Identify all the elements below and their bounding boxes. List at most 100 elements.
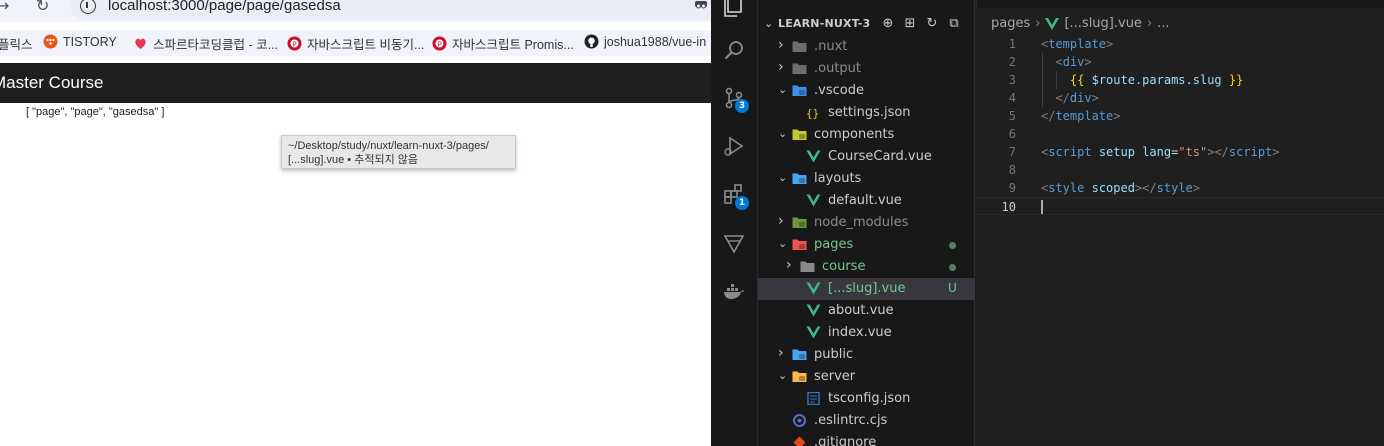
- chevron-down-icon[interactable]: ⌄: [778, 171, 787, 184]
- tree-folder[interactable]: ⌄ server: [758, 366, 975, 388]
- tree-folder[interactable]: ⌄ layouts: [758, 168, 975, 190]
- activity-bar: 3 1: [711, 0, 758, 446]
- vscode-folder-icon: [792, 85, 807, 96]
- tree-file[interactable]: about.vue: [758, 300, 975, 322]
- code-line[interactable]: 3 {{ $route.params.slug }}: [976, 71, 1384, 89]
- code-line[interactable]: 9 <style scoped></style>: [976, 179, 1384, 197]
- tree-folder[interactable]: › .output: [758, 58, 975, 80]
- bookmark-item[interactable]: 플릭스: [0, 34, 33, 53]
- breadcrumb-file[interactable]: [...slug].vue: [1064, 16, 1141, 31]
- line-number: 6: [1008, 127, 1016, 141]
- vue-icon: [806, 150, 821, 163]
- tree-file[interactable]: [...slug].vue U: [758, 278, 975, 300]
- tree-folder[interactable]: › course: [758, 256, 975, 278]
- tree-item-label: tsconfig.json: [828, 391, 911, 406]
- chevron-right-icon[interactable]: ›: [778, 345, 784, 361]
- tree-file[interactable]: .eslintrc.cjs: [758, 410, 975, 432]
- chevron-down-icon[interactable]: ⌄: [778, 127, 787, 140]
- chevron-right-icon[interactable]: ›: [778, 213, 784, 229]
- tree-item-label: settings.json: [828, 105, 911, 120]
- tree-file[interactable]: index.vue: [758, 322, 975, 344]
- vue-icon: [806, 194, 821, 207]
- code-line[interactable]: 6: [976, 125, 1384, 143]
- code-line[interactable]: 7 <script setup lang="ts"></script>: [976, 143, 1384, 161]
- explorer-icon[interactable]: [722, 0, 746, 18]
- chevron-right-icon[interactable]: ›: [778, 37, 784, 53]
- tree-folder[interactable]: ⌄ components: [758, 124, 975, 146]
- refresh-icon[interactable]: ↻: [924, 16, 940, 32]
- app-title[interactable]: Master Course: [0, 73, 103, 93]
- reload-icon[interactable]: ↻: [36, 0, 49, 15]
- bookmark-item[interactable]: joshua1988/vue-in: [584, 34, 706, 49]
- incognito-icon[interactable]: [694, 0, 708, 10]
- tab[interactable]: [976, 0, 977, 8]
- tree-folder[interactable]: › node_modules: [758, 212, 975, 234]
- tree-file[interactable]: .gitignore: [758, 432, 975, 446]
- new-folder-icon[interactable]: ⊞: [902, 16, 918, 32]
- chevron-right-icon[interactable]: ›: [786, 257, 792, 273]
- breadcrumb-symbol[interactable]: ...: [1157, 16, 1169, 31]
- chevron-right-icon[interactable]: ›: [778, 59, 784, 75]
- tree-item-label: course: [822, 259, 866, 274]
- chevron-down-icon[interactable]: ⌄: [778, 83, 787, 96]
- collapse-all-icon[interactable]: ⧉: [946, 16, 962, 32]
- bookmark-item[interactable]: P 자바스크립트 비동기...: [287, 34, 424, 53]
- code-line[interactable]: 2 <div>: [976, 53, 1384, 71]
- vue-icon: [806, 282, 821, 295]
- tree-folder[interactable]: ⌄ pages: [758, 234, 975, 256]
- breadcrumb-folder[interactable]: pages: [991, 16, 1030, 31]
- code-line[interactable]: 1 <template>: [976, 35, 1384, 53]
- vue-icon: [806, 304, 821, 317]
- browser-toolbar: → ↻ localhost:3000/page/page/gasedsa: [0, 0, 711, 22]
- chevron-down-icon[interactable]: ⌄: [778, 369, 787, 382]
- code-line[interactable]: 5 </template>: [976, 107, 1384, 125]
- tree-file[interactable]: CourseCard.vue: [758, 146, 975, 168]
- chevron-down-icon[interactable]: ⌄: [764, 17, 773, 30]
- code-text: </template>: [1041, 109, 1121, 123]
- indent-guide: [1042, 71, 1043, 89]
- chevron-down-icon[interactable]: ⌄: [778, 237, 787, 250]
- code-area[interactable]: 1 <template> 2 <div> 3 {{ $route.params.slu…: [976, 35, 1384, 215]
- code-line[interactable]: 4 </div>: [976, 89, 1384, 107]
- tree-folder[interactable]: › .nuxt: [758, 36, 975, 58]
- git-status-badge: U: [948, 281, 957, 295]
- testing-icon[interactable]: [722, 231, 746, 255]
- source-control-badge: 3: [735, 99, 749, 113]
- tree-item-label: default.vue: [828, 193, 902, 208]
- svg-text:P: P: [438, 41, 442, 49]
- docker-icon[interactable]: [722, 280, 746, 304]
- explorer-header: ⌄ LEARN-NUXT-3 ⊕ ⊞ ↻ ⧉: [758, 14, 975, 36]
- tree-folder[interactable]: ⌄ .vscode: [758, 80, 975, 102]
- indent-guide: [1056, 71, 1057, 89]
- code-line[interactable]: 8: [976, 161, 1384, 179]
- tree-file[interactable]: default.vue: [758, 190, 975, 212]
- folder-icon: [792, 63, 807, 74]
- components-folder-icon: [792, 129, 807, 140]
- tsconfig-icon: [807, 392, 820, 405]
- forward-icon[interactable]: →: [0, 0, 9, 15]
- site-icon: P: [432, 36, 447, 51]
- bookmark-item[interactable]: 스파르타코딩클럽 - 코...: [133, 34, 278, 53]
- git-icon: [793, 436, 806, 446]
- bookmark-item[interactable]: P 자바스크립트 Promis...: [432, 34, 574, 53]
- code-line[interactable]: 10: [976, 197, 1384, 215]
- tree-item-label: CourseCard.vue: [828, 149, 932, 164]
- bookmark-label: 자바스크립트 비동기...: [307, 38, 425, 52]
- bookmark-label: 스파르타코딩클럽 - 코...: [153, 38, 279, 52]
- pages-folder-icon: [792, 239, 807, 250]
- url-text[interactable]: localhost:3000/page/page/gasedsa: [108, 0, 341, 14]
- line-number: 4: [1008, 91, 1016, 105]
- tistory-icon: [43, 34, 58, 49]
- search-icon[interactable]: [722, 38, 746, 62]
- line-number: 10: [1001, 200, 1016, 214]
- slug-output: [ "page", "page", "gasedsa" ]: [26, 106, 165, 118]
- tree-folder[interactable]: › public: [758, 344, 975, 366]
- tree-file[interactable]: {} settings.json: [758, 102, 975, 124]
- new-file-icon[interactable]: ⊕: [880, 16, 896, 32]
- tooltip-status-line: [...slug].vue • 추적되지 않음: [288, 154, 418, 166]
- bookmarks-bar: 플릭스 TISTORY 스파르타코딩클럽 - 코... P 자바스크립트 비동기…: [0, 30, 711, 56]
- workspace-name[interactable]: LEARN-NUXT-3: [778, 17, 870, 30]
- tree-file[interactable]: tsconfig.json: [758, 388, 975, 410]
- run-debug-icon[interactable]: [722, 134, 746, 158]
- bookmark-item[interactable]: TISTORY: [43, 34, 117, 49]
